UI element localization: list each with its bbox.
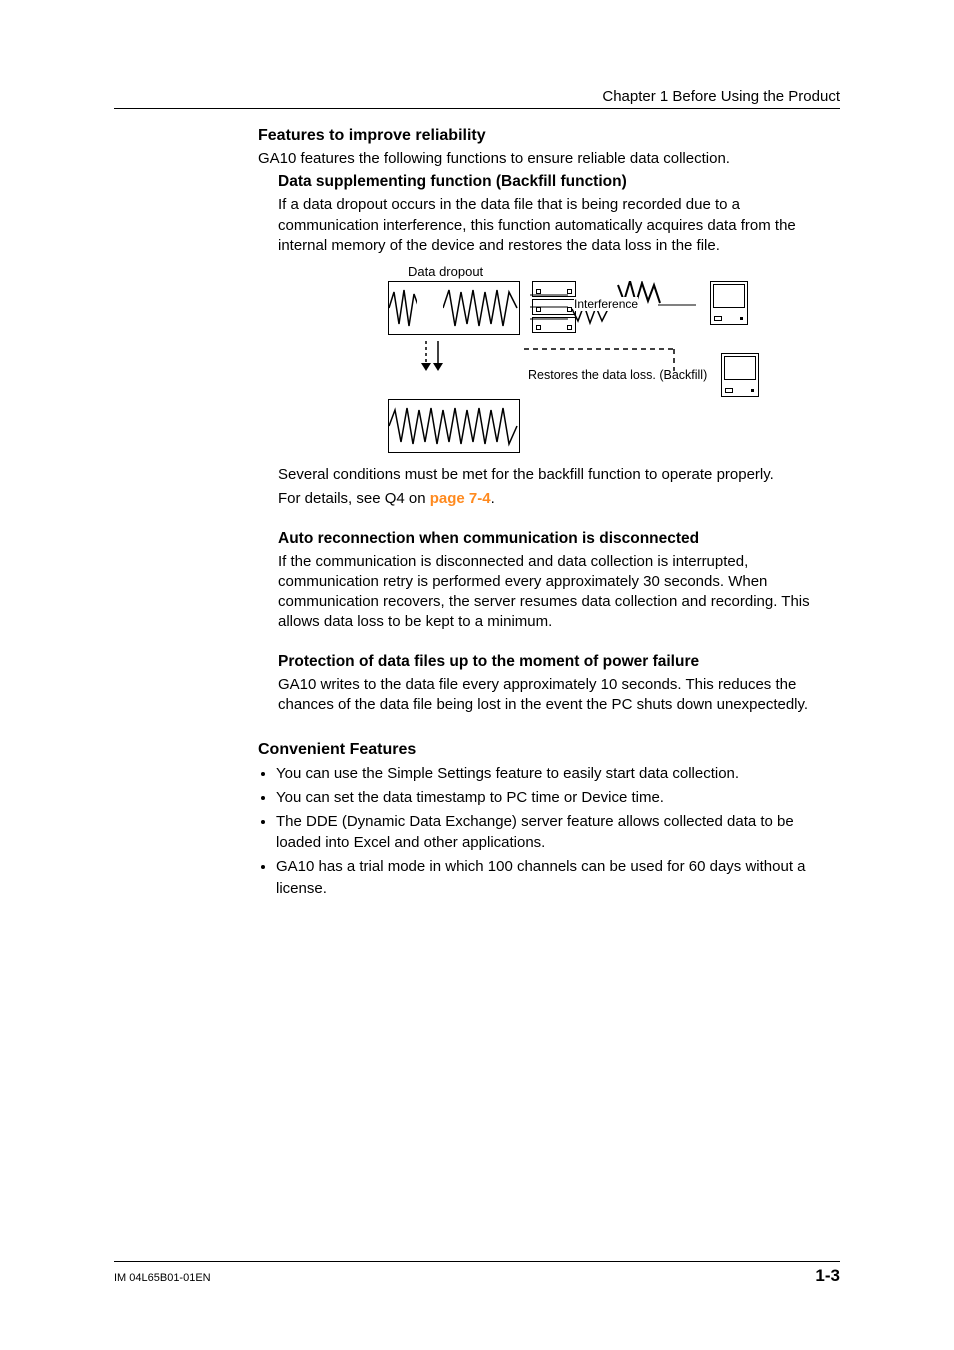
page: Chapter 1 Before Using the Product Featu… [0,0,954,1350]
diagram-servers [710,281,748,325]
diagram-label-dropout: Data dropout [388,264,748,279]
after-diagram-p2-suffix: . [491,490,495,507]
convenient-bullets: You can use the Simple Settings feature … [258,763,828,900]
diagram-row-bottom [388,399,748,453]
content-area: Features to improve reliability GA10 fea… [114,109,840,900]
page-link-7-4[interactable]: page 7-4 [430,490,491,507]
after-diagram-p1: Several conditions must be met for the b… [278,465,828,485]
subsection-heading-reconnection: Auto reconnection when communication is … [278,530,828,548]
server-icon [721,353,759,397]
subsection-para-protection: GA10 writes to the data file every appro… [278,675,828,716]
subsection-heading-backfill: Data supplementing function (Backfill fu… [278,173,828,191]
subsection-para-reconnection: If the communication is disconnected and… [278,552,828,633]
after-diagram-p2-prefix: For details, see Q4 on [278,490,430,507]
subsection-heading-protection: Protection of data files up to the momen… [278,653,828,671]
diagram-row-top: Interference [388,281,748,335]
list-item: GA10 has a trial mode in which 100 chann… [276,856,828,900]
section-intro: GA10 features the following functions to… [258,149,828,169]
backfill-diagram: Data dropout [278,264,828,453]
list-item: You can use the Simple Settings feature … [276,763,828,785]
diagram-wave-dropout [388,281,520,335]
subsection-reconnection: Auto reconnection when communication is … [258,530,828,633]
section-heading-convenient: Convenient Features [258,741,828,759]
footer-doc-id: IM 04L65B01-01EN [114,1272,211,1284]
page-header: Chapter 1 Before Using the Product [114,88,840,109]
diagram-interference-area: Interference [528,281,698,333]
server-icon [710,281,748,325]
subsection-backfill: Data supplementing function (Backfill fu… [258,173,828,509]
list-item: The DDE (Dynamic Data Exchange) server f… [276,811,828,855]
diagram-wave-full [388,399,520,453]
after-diagram-p2: For details, see Q4 on page 7-4. [278,489,828,509]
subsection-para-backfill: If a data dropout occurs in the data fil… [278,195,828,256]
diagram-label-restore: Restores the data loss. (Backfill) [528,368,711,382]
page-footer: IM 04L65B01-01EN 1-3 [114,1261,840,1286]
section-heading-reliability: Features to improve reliability [258,127,828,145]
list-item: You can set the data timestamp to PC tim… [276,787,828,809]
footer-page-number: 1-3 [815,1266,840,1286]
chapter-line: Chapter 1 Before Using the Product [602,88,840,105]
subsection-protection: Protection of data files up to the momen… [258,653,828,716]
diagram-down-arrows [388,341,518,375]
diagram-label-interference: Interference [574,297,638,311]
